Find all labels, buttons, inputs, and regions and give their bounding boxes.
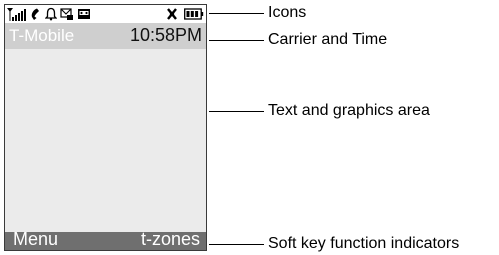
icon-bar [5, 5, 206, 24]
icons-callout-label: Icons [268, 4, 307, 21]
text-area-callout-line [209, 111, 264, 112]
carrier-time-bar: T-Mobile 10:58PM [5, 23, 206, 49]
softkey-t-zones[interactable]: t-zones [141, 229, 200, 250]
icons-callout-line [209, 13, 264, 14]
vibrate-icon [167, 8, 177, 20]
text-area-callout-label: Text and graphics area [268, 102, 430, 119]
battery-icon [184, 8, 204, 20]
softkey-menu[interactable]: Menu [13, 229, 58, 250]
carrier-time-callout-line [209, 40, 264, 41]
carrier-time-callout-label: Carrier and Time [268, 31, 388, 48]
clock: 10:58PM [129, 25, 202, 45]
message-icon [60, 8, 73, 20]
phone-screen: T-Mobile 10:58PM Menu t-zones [4, 4, 207, 251]
softkeys-callout-label: Soft key function indicators [268, 235, 460, 252]
carrier-name: T-Mobile [9, 26, 75, 45]
signal-strength-icon [7, 8, 26, 21]
call-icon [31, 8, 39, 20]
alarm-icon [45, 7, 57, 21]
softkey-bar: Menu t-zones [5, 229, 206, 250]
softkeys-callout-line [209, 244, 264, 245]
text-graphics-area [5, 49, 206, 236]
voicemail-icon [78, 9, 90, 19]
